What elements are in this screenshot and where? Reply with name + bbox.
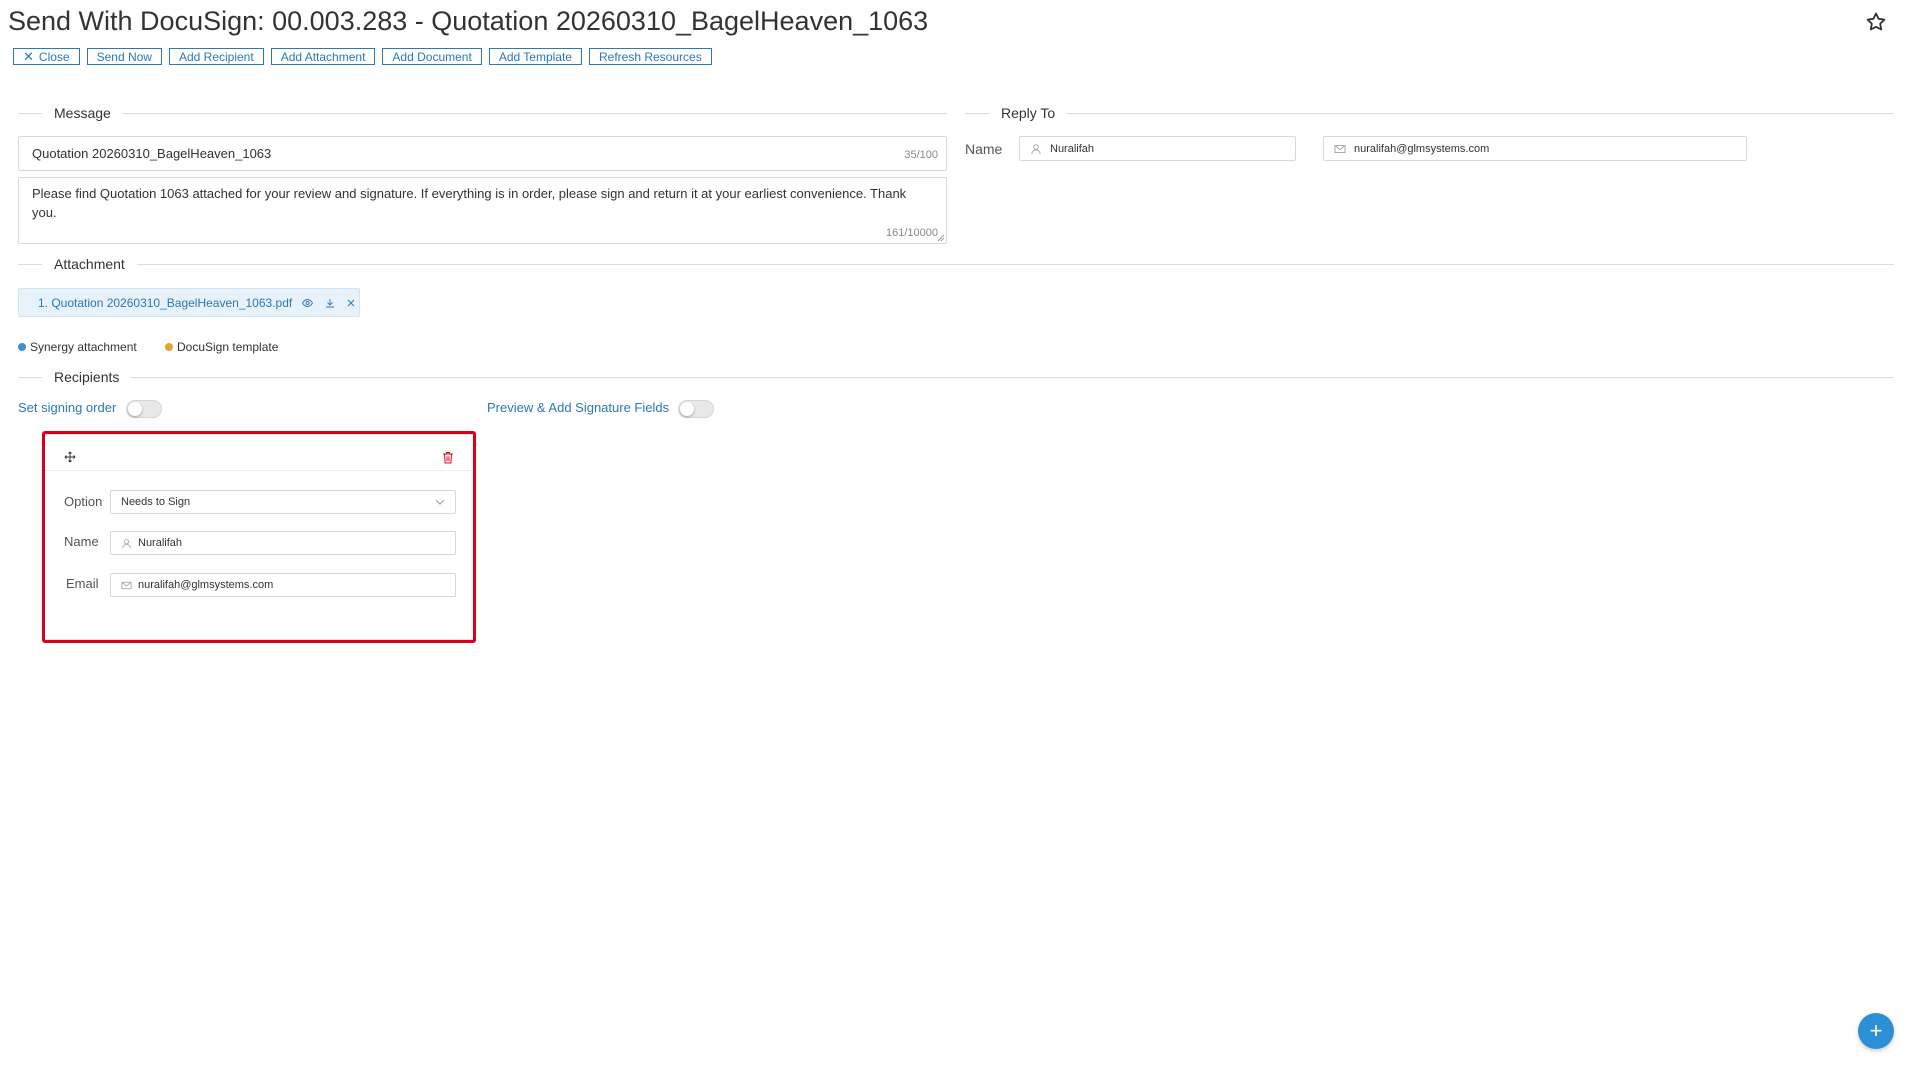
docusign-legend-label: DocuSign template bbox=[177, 340, 279, 354]
reply-to-name-label: Name bbox=[965, 141, 1003, 157]
close-button-label: Close bbox=[38, 49, 70, 64]
plus-icon: + bbox=[1869, 1018, 1883, 1043]
message-body-char-count: 161/10000 bbox=[886, 227, 938, 239]
drag-move-icon[interactable] bbox=[64, 451, 76, 463]
chevron-down-icon bbox=[435, 499, 445, 505]
set-signing-order-label[interactable]: Set signing order bbox=[18, 400, 116, 415]
add-recipient-button[interactable]: Add Recipient bbox=[168, 48, 264, 65]
close-button[interactable]: ✕ Close bbox=[13, 48, 80, 65]
send-now-button[interactable]: Send Now bbox=[86, 48, 162, 65]
subject-input[interactable]: Quotation 20260310_BagelHeaven_1063 35/1… bbox=[18, 136, 947, 171]
star-favorite-icon[interactable] bbox=[1864, 10, 1888, 34]
add-document-button[interactable]: Add Document bbox=[382, 48, 482, 65]
message-body-textarea[interactable]: Please find Quotation 1063 attached for … bbox=[18, 177, 947, 244]
trash-icon[interactable] bbox=[442, 451, 454, 464]
legend-synergy-attachment: Synergy attachment bbox=[18, 340, 137, 354]
toggle-knob bbox=[680, 402, 694, 416]
reply-to-section-label: Reply To bbox=[989, 105, 1068, 121]
resize-handle-icon[interactable] bbox=[937, 234, 945, 242]
recipient-name-label: Name bbox=[64, 534, 99, 549]
download-icon[interactable] bbox=[325, 298, 335, 308]
attachment-divider bbox=[18, 264, 1894, 265]
recipients-divider bbox=[18, 377, 1894, 378]
recipient-email-input[interactable]: nuralifah@glmsystems.com bbox=[110, 573, 456, 597]
preview-eye-icon[interactable] bbox=[302, 298, 314, 307]
refresh-resources-button[interactable]: Refresh Resources bbox=[588, 48, 712, 65]
reply-to-divider bbox=[965, 113, 1894, 114]
add-attachment-button[interactable]: Add Attachment bbox=[270, 48, 376, 65]
message-section-label: Message bbox=[42, 105, 123, 121]
attachment-section-label: Attachment bbox=[42, 256, 137, 272]
message-divider bbox=[18, 113, 947, 114]
add-fab-button[interactable]: + bbox=[1858, 1013, 1894, 1049]
add-template-button[interactable]: Add Template bbox=[488, 48, 582, 65]
preview-signature-toggle[interactable] bbox=[678, 400, 714, 418]
reply-to-email-value: nuralifah@glmsystems.com bbox=[1354, 142, 1490, 155]
remove-attachment-icon[interactable] bbox=[347, 299, 355, 307]
signing-order-toggle[interactable] bbox=[126, 400, 162, 418]
page-title: Send With DocuSign: 00.003.283 - Quotati… bbox=[8, 6, 929, 36]
close-icon: ✕ bbox=[23, 49, 34, 64]
card-header-divider bbox=[45, 470, 473, 471]
subject-value: Quotation 20260310_BagelHeaven_1063 bbox=[32, 146, 272, 161]
reply-to-name-value: Nuralifah bbox=[1050, 142, 1095, 155]
recipient-email-label: Email bbox=[66, 576, 99, 591]
user-icon bbox=[1031, 143, 1041, 154]
synergy-dot bbox=[18, 343, 26, 351]
recipients-section-label: Recipients bbox=[42, 369, 132, 385]
preview-signature-fields-label[interactable]: Preview & Add Signature Fields bbox=[487, 400, 669, 415]
docusign-dot bbox=[165, 343, 173, 351]
user-icon bbox=[122, 538, 131, 548]
subject-char-count: 35/100 bbox=[904, 149, 938, 161]
recipient-name-input[interactable]: Nuralifah bbox=[110, 531, 456, 555]
toggle-knob bbox=[128, 402, 142, 416]
toolbar: ✕ Close Send Now Add Recipient Add Attach… bbox=[13, 48, 712, 65]
option-label: Option bbox=[64, 494, 103, 509]
mail-icon bbox=[121, 581, 132, 589]
message-body-value: Please find Quotation 1063 attached for … bbox=[32, 186, 907, 220]
attachment-chip: 1. Quotation 20260310_BagelHeaven_1063.p… bbox=[18, 288, 360, 317]
recipient-card: Option Needs to Sign Name Nuralifah Emai… bbox=[44, 434, 474, 640]
attachment-file-name[interactable]: 1. Quotation 20260310_BagelHeaven_1063.p… bbox=[38, 296, 292, 310]
legend-docusign-template: DocuSign template bbox=[165, 340, 278, 354]
option-select[interactable]: Needs to Sign bbox=[110, 490, 456, 514]
recipient-email-value: nuralifah@glmsystems.com bbox=[138, 579, 274, 591]
reply-to-name-input[interactable]: Nuralifah bbox=[1019, 136, 1296, 161]
mail-icon bbox=[1334, 144, 1346, 153]
synergy-legend-label: Synergy attachment bbox=[30, 340, 137, 354]
reply-to-email-input[interactable]: nuralifah@glmsystems.com bbox=[1323, 136, 1747, 161]
recipient-name-value: Nuralifah bbox=[138, 537, 183, 549]
option-select-value: Needs to Sign bbox=[121, 496, 191, 508]
